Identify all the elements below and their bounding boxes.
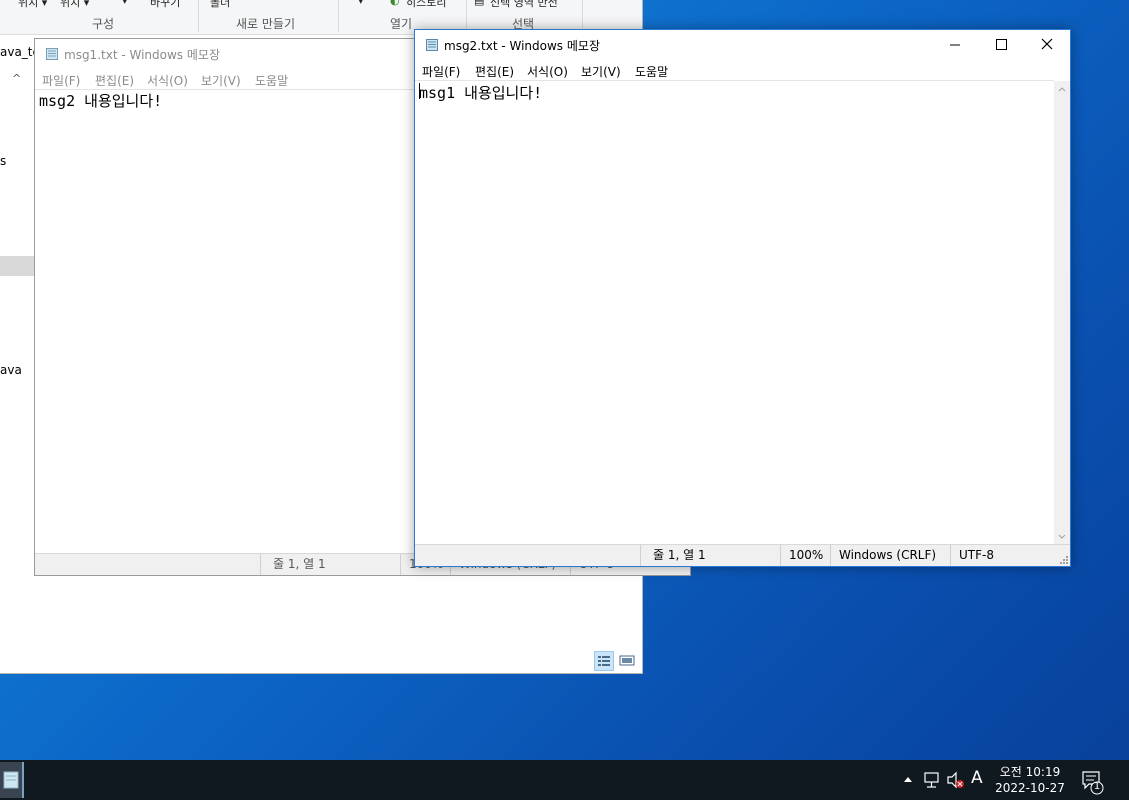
menu-view[interactable]: 보기(V) [201, 72, 241, 89]
ribbon-open-dropdown[interactable]: ▾ [358, 0, 364, 7]
menu-view[interactable]: 보기(V) [581, 63, 621, 80]
menu-help[interactable]: 도움말 [635, 63, 668, 80]
menu-help[interactable]: 도움말 [255, 72, 288, 89]
title-bar[interactable]: msg2.txt - Windows 메모장 [415, 30, 1070, 60]
large-icons-view-icon[interactable] [618, 651, 638, 671]
scroll-up-arrow-icon[interactable] [1054, 81, 1070, 97]
volume-muted-icon[interactable] [946, 760, 966, 800]
document-text[interactable]: msg2 내용입니다! [39, 90, 162, 111]
history-icon: ◐ [390, 0, 400, 7]
menu-format[interactable]: 서식(O) [527, 63, 568, 80]
ribbon-divider [338, 0, 339, 32]
status-encoding: UTF-8 [950, 545, 1060, 566]
notepad-app-icon [3, 771, 19, 789]
notepad-window-msg2[interactable]: msg2.txt - Windows 메모장 파일(F) 편집(E) 서식(O)… [414, 29, 1071, 567]
menu-bar: 파일(F) 편집(E) 서식(O) 보기(V) 도움말 [415, 60, 1070, 80]
minimize-button[interactable] [932, 30, 978, 60]
ribbon-history-button[interactable]: 히스토리 [406, 0, 446, 10]
network-disconnected-icon[interactable] [922, 760, 942, 800]
status-zoom: 100% [780, 545, 830, 566]
ribbon-copy-to-button[interactable]: 위치 ▾ [60, 0, 89, 10]
select-icon: ▤ [474, 0, 485, 7]
minimize-icon [950, 44, 960, 46]
window-title: msg2.txt - Windows 메모장 [444, 39, 600, 53]
menu-edit[interactable]: 편집(E) [95, 72, 134, 89]
status-bar: 줄 1, 열 1 100% Windows (CRLF) UTF-8 [415, 544, 1070, 566]
ribbon-invert-selection-button[interactable]: 선택 영역 반전 [490, 0, 558, 10]
ribbon-divider [198, 0, 199, 32]
vertical-scrollbar[interactable] [1054, 81, 1070, 545]
maximize-button[interactable] [978, 30, 1024, 60]
ribbon-group-new: 새로 만들기 [236, 17, 296, 31]
window-title: msg1.txt - Windows 메모장 [64, 48, 220, 62]
close-button[interactable] [1024, 30, 1070, 60]
ribbon-move-to-button[interactable]: 위치 ▾ [18, 0, 47, 10]
menu-format[interactable]: 서식(O) [147, 72, 188, 89]
ribbon-divider [466, 0, 467, 32]
scroll-down-arrow-icon[interactable] [1054, 529, 1070, 545]
details-view-icon[interactable] [594, 651, 614, 671]
ribbon-new-folder-button[interactable]: 폴더 [210, 0, 230, 10]
ribbon-group-organize: 구성 [92, 17, 115, 31]
close-icon [1041, 38, 1053, 50]
maximize-icon [996, 39, 1007, 50]
ribbon-group-open: 열기 [390, 17, 413, 31]
menu-edit[interactable]: 편집(E) [475, 63, 514, 80]
text-caret [419, 83, 420, 99]
ribbon-divider [582, 0, 583, 32]
chevron-up-icon[interactable]: ^ [12, 72, 21, 85]
menu-file[interactable]: 파일(F) [422, 63, 460, 80]
menu-file[interactable]: 파일(F) [42, 72, 80, 89]
action-center-icon[interactable] [1080, 760, 1108, 800]
nav-pane-item[interactable]: ava [0, 363, 22, 377]
resize-grip-icon[interactable] [1059, 555, 1069, 565]
document-text[interactable]: msg1 내용입니다! [419, 82, 542, 103]
clock-time[interactable]: 오전 10:19 [998, 763, 1062, 780]
ime-language-indicator[interactable]: A [971, 768, 983, 788]
notification-count-badge: 1 [1093, 781, 1101, 792]
status-cursor-position: 줄 1, 열 1 [260, 554, 400, 575]
text-editor-area[interactable]: msg1 내용입니다! [415, 80, 1054, 545]
notepad-icon [425, 38, 439, 52]
nav-pane-selected-item[interactable] [0, 256, 34, 276]
ribbon-dropdown-arrow[interactable]: ▾ [122, 0, 128, 7]
status-line-ending: Windows (CRLF) [830, 545, 950, 566]
ribbon-rename-button[interactable]: 바꾸기 [150, 0, 180, 10]
nav-pane-item[interactable]: s [0, 154, 6, 168]
notepad-icon [45, 47, 59, 61]
show-hidden-icons-icon[interactable] [902, 760, 914, 800]
status-cursor-position: 줄 1, 열 1 [640, 545, 780, 566]
clock-date[interactable]: 2022-10-27 [994, 781, 1066, 795]
taskbar-app-button[interactable] [0, 762, 24, 798]
